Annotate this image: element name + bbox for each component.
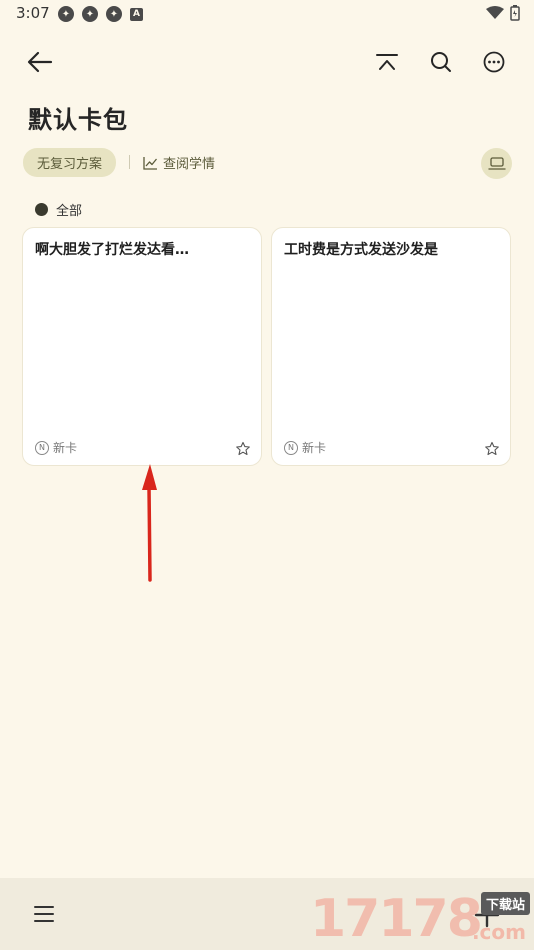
- watermark-number: 17178: [310, 889, 483, 949]
- status-system-icons: [486, 5, 520, 21]
- watermark-tag: 下载站: [480, 892, 530, 915]
- top-bar: [0, 40, 534, 84]
- battery-icon: [510, 5, 520, 21]
- divider: [129, 155, 130, 169]
- more-horizontal-icon: [483, 51, 505, 73]
- status-bar: 3:07 ✦ ✦ ✦ A: [0, 0, 534, 28]
- menu-icon[interactable]: [29, 902, 59, 926]
- status-notification-icons: ✦ ✦ ✦ A: [58, 6, 143, 22]
- review-plan-chip[interactable]: 无复习方案: [23, 148, 116, 177]
- filter-dot-icon: [35, 203, 48, 216]
- filter-all[interactable]: 全部: [35, 200, 82, 219]
- app-notification-icon: ✦: [82, 6, 98, 22]
- card-title: 啊大胆发了打烂发达看…: [35, 242, 189, 258]
- card-status-badge: N 新卡: [35, 439, 77, 456]
- wifi-icon: [486, 6, 504, 19]
- card-status-label: 新卡: [53, 441, 78, 455]
- card-layout-button[interactable]: [481, 148, 512, 179]
- card-status-badge: N 新卡: [284, 439, 326, 456]
- card-item[interactable]: 啊大胆发了打烂发达看… N 新卡: [22, 227, 262, 466]
- card-item[interactable]: 工时费是方式发送沙发是 N 新卡: [271, 227, 511, 466]
- status-time: 3:07: [16, 4, 50, 22]
- site-watermark: 17178 下载站 .com: [310, 888, 532, 950]
- trend-chart-icon: [143, 156, 158, 170]
- search-icon: [431, 52, 451, 72]
- collapse-button[interactable]: [367, 42, 407, 82]
- new-card-icon: N: [284, 440, 298, 455]
- star-icon[interactable]: [235, 441, 251, 457]
- card-stack-icon: [487, 156, 506, 170]
- new-card-icon: N: [35, 440, 49, 455]
- page-title: 默认卡包: [28, 106, 128, 134]
- back-button[interactable]: [20, 42, 60, 82]
- more-options-button[interactable]: [474, 42, 514, 82]
- annotation-arrow: [142, 464, 157, 582]
- card-status-label: 新卡: [302, 441, 327, 455]
- star-icon[interactable]: [484, 441, 500, 457]
- view-stats-label: 查阅学情: [163, 157, 216, 172]
- watermark-suffix: .com: [471, 920, 526, 944]
- card-title: 工时费是方式发送沙发是: [284, 242, 438, 258]
- a-notification-icon: A: [130, 7, 143, 21]
- search-button[interactable]: [421, 42, 461, 82]
- app-notification-icon: ✦: [58, 6, 74, 22]
- view-stats-link[interactable]: 查阅学情: [143, 153, 215, 172]
- collapse-up-icon: [376, 54, 398, 70]
- arrow-left-icon: [27, 51, 53, 73]
- app-notification-icon: ✦: [106, 6, 122, 22]
- filter-label: 全部: [56, 204, 83, 219]
